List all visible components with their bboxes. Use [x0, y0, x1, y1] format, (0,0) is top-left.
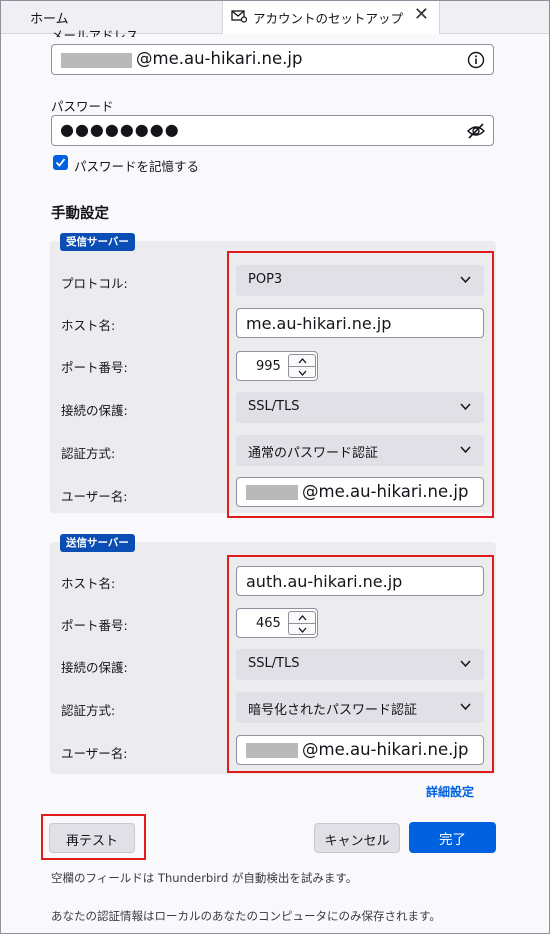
done-button[interactable]: 完了	[409, 822, 496, 853]
outgoing-auth-label: 認証方式:	[61, 703, 116, 718]
cancel-button[interactable]: キャンセル	[314, 823, 400, 853]
incoming-auth-label: 認証方式:	[61, 446, 116, 461]
incoming-server-badge: 受信サーバー	[60, 233, 135, 251]
info-icon[interactable]	[467, 51, 485, 69]
password-label: パスワード	[51, 99, 114, 114]
password-field[interactable]: ●●●●●●●●	[51, 115, 494, 146]
outgoing-port-label: ポート番号:	[61, 618, 128, 633]
email-field[interactable]: @me.au-hikari.ne.jp	[51, 44, 494, 75]
incoming-port-label: ポート番号:	[61, 360, 128, 375]
incoming-highlight-box	[227, 251, 494, 518]
password-value: ●●●●●●●●	[60, 120, 180, 139]
outgoing-highlight-box	[227, 555, 494, 773]
remember-password-checkbox[interactable]	[53, 155, 68, 170]
outgoing-server-badge: 送信サーバー	[60, 534, 135, 552]
close-icon[interactable]: ✕	[414, 4, 429, 25]
retest-highlight-box	[41, 814, 146, 860]
outgoing-security-label: 接続の保護:	[61, 660, 128, 675]
email-domain: @me.au-hikari.ne.jp	[136, 49, 303, 68]
incoming-user-label: ユーザー名:	[61, 489, 128, 504]
remember-password-label: パスワードを記憶する	[74, 159, 200, 174]
autodetect-note: 空欄のフィールドは Thunderbird が自動検出を試みます。	[51, 871, 358, 885]
mail-settings-icon	[231, 10, 247, 23]
incoming-host-label: ホスト名:	[61, 318, 116, 333]
manual-setup-title: 手動設定	[51, 206, 109, 222]
eye-slash-icon[interactable]	[466, 122, 486, 140]
redacted-username	[61, 53, 132, 68]
protocol-label: プロトコル:	[61, 276, 128, 291]
incoming-security-label: 接続の保護:	[61, 403, 128, 418]
checkmark-icon	[55, 158, 66, 167]
tab-title: アカウントのセットアップ	[253, 11, 404, 26]
advanced-settings-link[interactable]: 詳細設定	[426, 783, 474, 800]
local-storage-note: あなたの認証情報はローカルのあなたのコンピュータにのみ保存されます。	[51, 909, 441, 923]
outgoing-host-label: ホスト名:	[61, 576, 116, 591]
tab-account-setup[interactable]: アカウントのセットアップ ✕	[222, 0, 440, 34]
email-label: メールアドレス	[51, 28, 139, 37]
outgoing-user-label: ユーザー名:	[61, 746, 128, 761]
